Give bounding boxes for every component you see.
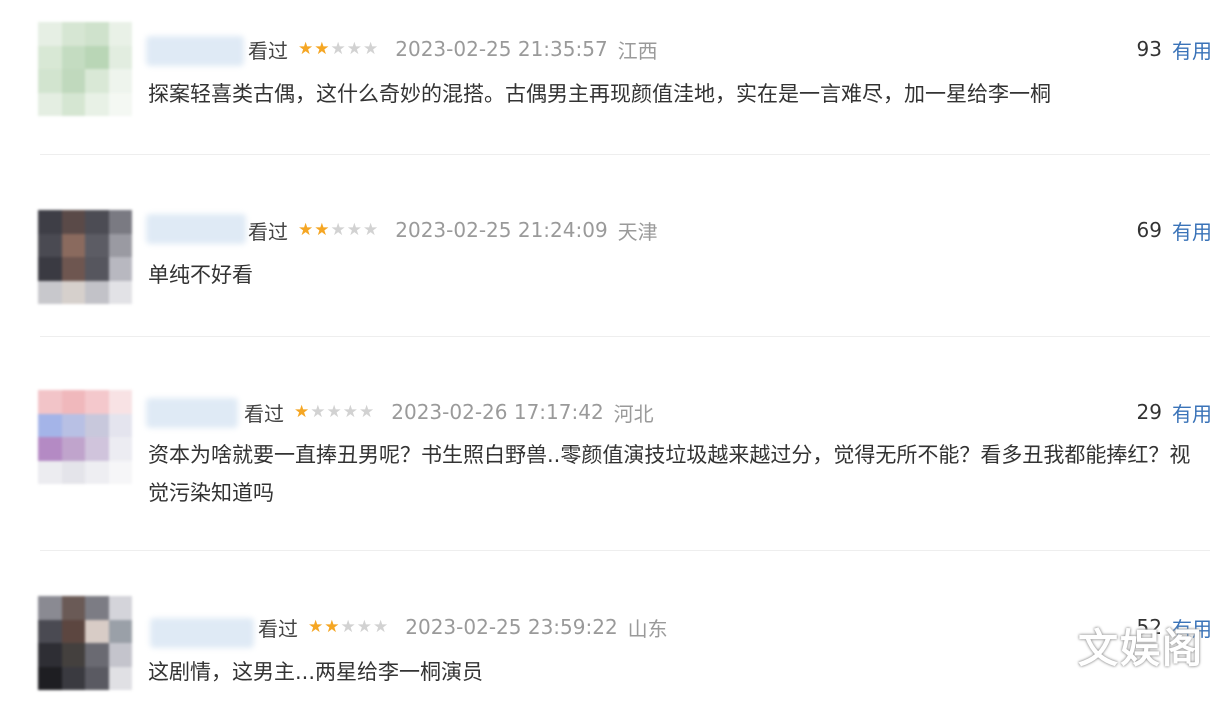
useful-vote[interactable]: 29 有用 (1137, 395, 1212, 429)
rating-stars: ★ ★ ★ ★ ★ (294, 402, 375, 422)
star-empty-icon: ★ (340, 617, 357, 637)
star-empty-icon: ★ (356, 617, 373, 637)
star-empty-icon: ★ (330, 39, 347, 59)
user-avatar[interactable] (38, 210, 132, 304)
star-filled-icon: ★ (314, 39, 331, 59)
review-date: 2023-02-25 21:24:09 (395, 218, 608, 242)
rating-stars: ★ ★ ★ ★ ★ (308, 617, 389, 637)
divider (40, 550, 1210, 551)
star-empty-icon: ★ (363, 220, 380, 240)
watch-status: 看过 (248, 219, 288, 244)
user-avatar[interactable] (38, 22, 132, 116)
watch-status: 看过 (258, 616, 298, 641)
star-filled-icon: ★ (314, 220, 331, 240)
useful-vote[interactable]: 93 有用 (1137, 32, 1212, 66)
useful-button[interactable]: 有用 (1172, 216, 1212, 245)
divider (40, 336, 1210, 337)
review-location: 山东 (627, 616, 668, 641)
useful-count: 93 (1136, 37, 1162, 61)
review-date: 2023-02-26 17:17:42 (391, 400, 604, 424)
username-blurred[interactable] (146, 398, 238, 428)
review-meta: 看过 ★ ★ ★ ★ ★ 2023-02-26 17:17:42 河北 (244, 395, 654, 429)
review-text: 探案轻喜类古偶，这什么奇妙的混搭。古偶男主再现颜值洼地，实在是一言难尽，加一星给… (148, 82, 1051, 106)
star-empty-icon: ★ (326, 402, 343, 422)
user-avatar[interactable] (38, 596, 132, 690)
review-location: 江西 (617, 38, 658, 63)
useful-count: 29 (1136, 400, 1162, 424)
star-empty-icon: ★ (373, 617, 390, 637)
review-date: 2023-02-25 21:35:57 (395, 37, 608, 61)
divider (40, 154, 1210, 155)
username-blurred[interactable] (146, 36, 244, 66)
star-filled-icon: ★ (294, 402, 311, 422)
watermark-logo: 文娱阁 (1078, 626, 1204, 672)
star-empty-icon: ★ (363, 39, 380, 59)
review-meta: 看过 ★ ★ ★ ★ ★ 2023-02-25 21:24:09 天津 (248, 213, 658, 247)
useful-button[interactable]: 有用 (1172, 398, 1212, 427)
rating-stars: ★ ★ ★ ★ ★ (298, 39, 379, 59)
rating-stars: ★ ★ ★ ★ ★ (298, 220, 379, 240)
star-filled-icon: ★ (298, 220, 315, 240)
review-list: 看过 ★ ★ ★ ★ ★ 2023-02-25 21:35:57 江西 93 有用 探案… (0, 0, 1232, 702)
useful-count: 69 (1136, 218, 1162, 242)
star-empty-icon: ★ (310, 402, 327, 422)
review-text: 资本为啥就要一直捧丑男呢？书生照白野兽..零颜值演技垃圾越来越过分，觉得无所不能… (148, 443, 1191, 505)
star-empty-icon: ★ (346, 220, 363, 240)
username-blurred[interactable] (146, 214, 246, 244)
review-date: 2023-02-25 23:59:22 (405, 615, 618, 639)
star-filled-icon: ★ (298, 39, 315, 59)
review-meta: 看过 ★ ★ ★ ★ ★ 2023-02-25 21:35:57 江西 (248, 32, 658, 66)
review-text: 这剧情，这男主...两星给李一桐演员 (148, 660, 484, 684)
useful-vote[interactable]: 69 有用 (1137, 213, 1212, 247)
review-location: 河北 (613, 401, 654, 426)
review-text: 单纯不好看 (148, 263, 253, 287)
star-empty-icon: ★ (342, 402, 359, 422)
useful-button[interactable]: 有用 (1172, 35, 1212, 64)
star-filled-icon: ★ (308, 617, 325, 637)
watch-status: 看过 (248, 38, 288, 63)
review-location: 天津 (617, 219, 658, 244)
review-meta: 看过 ★ ★ ★ ★ ★ 2023-02-25 23:59:22 山东 (258, 610, 668, 644)
star-filled-icon: ★ (324, 617, 341, 637)
star-empty-icon: ★ (330, 220, 347, 240)
star-empty-icon: ★ (359, 402, 376, 422)
username-blurred[interactable] (150, 618, 254, 648)
user-avatar[interactable] (38, 390, 132, 484)
watch-status: 看过 (244, 401, 284, 426)
star-empty-icon: ★ (346, 39, 363, 59)
